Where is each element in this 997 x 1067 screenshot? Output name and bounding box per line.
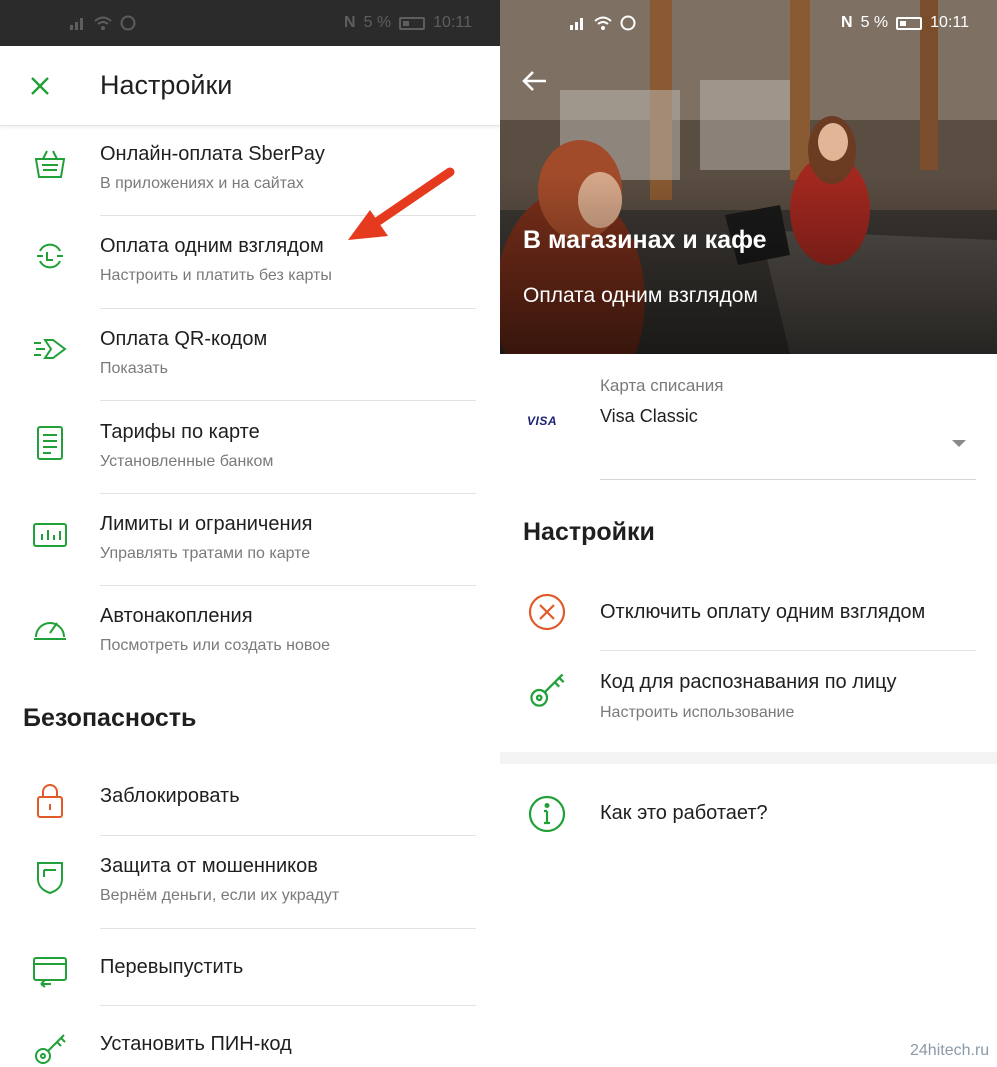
page-title: Настройки: [100, 70, 233, 100]
face-pay-icon: [37, 243, 63, 269]
divider: [100, 835, 476, 836]
back-arrow-icon: [522, 71, 546, 91]
menu-item-subtitle: Вернём деньги, если их украдут: [100, 887, 340, 904]
nfc-icon: N: [841, 14, 853, 31]
menu-item-autosave[interactable]: Автонакопления Посмотреть или создать нов…: [0, 603, 500, 657]
face-code-item[interactable]: Код для распознавания по лицу Настроить …: [500, 664, 997, 734]
menu-item-sberpay[interactable]: Онлайн-оплата SberPay В приложениях и на …: [0, 141, 500, 195]
menu-item-title: Онлайн-оплата SberPay: [100, 143, 325, 165]
card-selector[interactable]: VISA Карта списания Visa Classic: [500, 354, 997, 482]
card-selector-underline: [600, 479, 976, 480]
menu-item-block[interactable]: Заблокировать: [0, 783, 500, 819]
header: Настройки: [0, 46, 500, 126]
gauge-icon: [34, 622, 66, 640]
menu-item-title: Защита от мошенников: [100, 855, 318, 877]
disable-face-pay-label: Отключить оплату одним взглядом: [600, 601, 926, 623]
menu-item-title: Оплата QR-кодом: [100, 328, 268, 350]
clock: 10:11: [433, 14, 472, 31]
how-it-works-label: Как это работает?: [600, 802, 768, 824]
whatsapp-icon: [120, 15, 136, 31]
reissue-icon: [33, 957, 67, 988]
divider: [600, 650, 976, 651]
status-left-icons: [70, 15, 136, 31]
menu-item-tariffs[interactable]: Тарифы по карте Установленные банком: [0, 419, 500, 473]
lock-icon: [37, 784, 63, 818]
menu-item-qr-pay[interactable]: Оплата QR-кодом Показать: [0, 326, 500, 380]
hero-shade: [500, 174, 997, 354]
face-pay-screen: N 5 % 10:11 В магазинах и кафе Оплата од…: [500, 0, 997, 1067]
menu-item-subtitle: Настроить и платить без карты: [100, 267, 332, 284]
divider: [100, 400, 476, 401]
menu-item-subtitle: Посмотреть или создать новое: [100, 637, 331, 654]
divider: [100, 215, 476, 216]
menu-item-title: Оплата одним взглядом: [100, 235, 324, 257]
battery-percent: 5 %: [860, 14, 889, 31]
nfc-icon: N: [344, 14, 356, 31]
card-selector-value: Visa Classic: [600, 406, 698, 426]
menu-item-limits[interactable]: Лимиты и ограничения Управлять тратами по…: [0, 511, 500, 565]
close-button[interactable]: [0, 46, 80, 126]
how-it-works-item[interactable]: Как это работает?: [500, 792, 997, 836]
menu-item-title: Перевыпустить: [100, 956, 244, 978]
card-selector-label: Карта списания: [600, 376, 724, 395]
menu-item-subtitle: Показать: [100, 360, 169, 377]
hero-subtitle: Оплата одним взглядом: [523, 284, 758, 307]
info-icon: [528, 795, 566, 833]
menu-item-subtitle: Установленные банком: [100, 453, 274, 470]
whatsapp-icon: [620, 15, 636, 31]
wifi-icon: [594, 16, 612, 30]
battery-percent: 5 %: [363, 14, 392, 31]
key-icon: [35, 1034, 66, 1064]
visa-logo: VISA: [527, 414, 558, 428]
security-section-title: Безопасность: [23, 704, 197, 732]
face-code-subtitle: Настроить использование: [600, 704, 795, 721]
basket-icon: [34, 150, 66, 178]
divider: [100, 928, 476, 929]
watermark: 24hitech.ru: [910, 1042, 990, 1059]
menu-item-title: Тарифы по карте: [100, 421, 260, 443]
key-icon: [530, 673, 565, 707]
battery-icon: [896, 16, 923, 30]
signal-icon: [570, 18, 583, 30]
menu-item-set-pin[interactable]: Установить ПИН-код: [0, 1031, 500, 1067]
status-right-icons: N 5 % 10:11: [841, 14, 969, 32]
signal-icon: [70, 18, 83, 30]
chart-icon: [33, 523, 67, 547]
qr-arrow-icon: [34, 339, 67, 359]
status-right-icons: N 5 % 10:11: [344, 14, 472, 32]
chevron-down-icon[interactable]: [952, 440, 966, 447]
document-icon: [37, 426, 63, 460]
menu-item-subtitle: В приложениях и на сайтах: [100, 175, 304, 192]
menu-item-title: Лимиты и ограничения: [100, 513, 313, 535]
menu-item-face-pay[interactable]: Оплата одним взглядом Настроить и платить…: [0, 233, 500, 287]
divider: [100, 1005, 476, 1006]
settings-screen: N 5 % 10:11 Настройки Онлайн-оплата Sber…: [0, 0, 500, 1067]
section-gap: [500, 752, 997, 764]
menu-item-fraud-protection[interactable]: Защита от мошенников Вернём деньги, если …: [0, 853, 500, 907]
back-button[interactable]: [522, 70, 548, 97]
cancel-circle-icon: [528, 593, 566, 631]
battery-icon: [399, 16, 426, 30]
menu-item-reissue[interactable]: Перевыпустить: [0, 954, 500, 988]
clock: 10:11: [930, 14, 969, 31]
menu-item-title: Заблокировать: [100, 785, 240, 807]
menu-item-title: Автонакопления: [100, 605, 253, 627]
wifi-icon: [94, 16, 112, 30]
status-bar: N 5 % 10:11: [500, 0, 997, 46]
settings-section-title: Настройки: [523, 518, 655, 546]
divider: [100, 308, 476, 309]
divider: [100, 585, 476, 586]
face-code-title: Код для распознавания по лицу: [600, 671, 897, 693]
disable-face-pay-button[interactable]: Отключить оплату одним взглядом: [500, 590, 997, 640]
close-icon: [31, 76, 49, 95]
shield-icon: [37, 862, 63, 895]
menu-item-title: Установить ПИН-код: [100, 1033, 292, 1055]
status-left-icons: [570, 15, 636, 31]
divider: [100, 493, 476, 494]
status-bar: N 5 % 10:11: [0, 0, 500, 46]
hero-title: В магазинах и кафе: [523, 226, 767, 254]
menu-item-subtitle: Управлять тратами по карте: [100, 545, 311, 562]
